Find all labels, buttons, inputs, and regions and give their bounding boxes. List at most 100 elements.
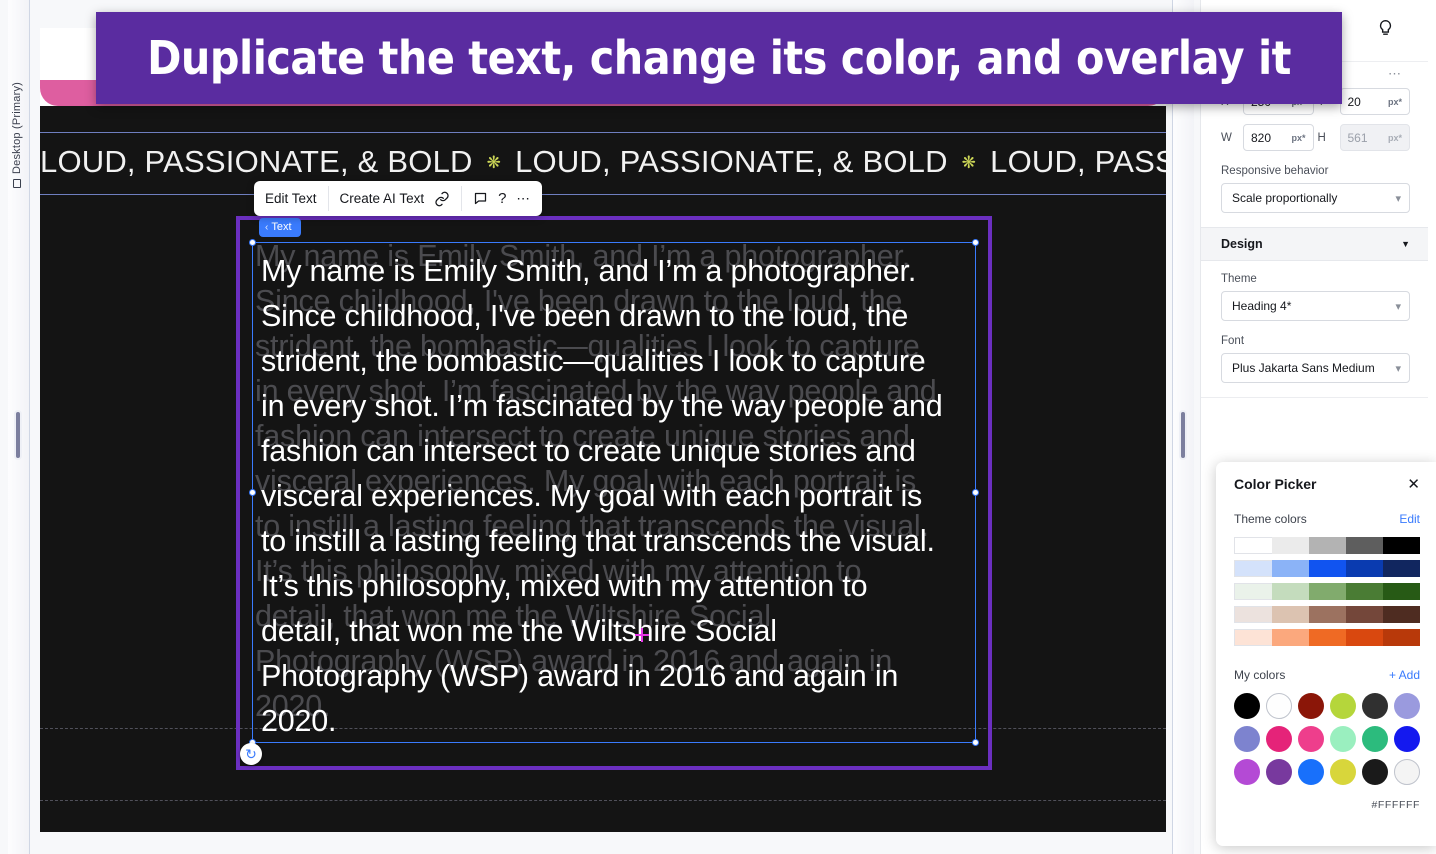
device-label[interactable]: Desktop (Primary) xyxy=(6,60,28,210)
comment-icon[interactable] xyxy=(473,191,488,206)
my-color-swatch[interactable] xyxy=(1266,726,1292,752)
instruction-banner-text: Duplicate the text, change its color, an… xyxy=(147,31,1291,85)
theme-swatch[interactable] xyxy=(1309,606,1346,623)
star-burst-icon: ❋ xyxy=(486,152,502,172)
help-question-icon[interactable]: ? xyxy=(498,190,506,207)
chevron-down-icon: ▾ xyxy=(1395,300,1401,313)
resize-handle-top-right[interactable] xyxy=(972,239,979,246)
edit-text-button[interactable]: Edit Text xyxy=(265,191,317,206)
editor-canvas-area: Desktop (Primary) LOUD, PASSIONATE, & BO… xyxy=(0,0,1200,854)
resize-handle-middle-left[interactable] xyxy=(249,488,256,496)
my-color-swatch[interactable] xyxy=(1298,726,1324,752)
marquee-bottom-rule xyxy=(40,194,1166,195)
theme-swatch[interactable] xyxy=(1346,560,1383,577)
font-select[interactable]: Plus Jakarta Sans Medium ▾ xyxy=(1221,353,1410,383)
design-group: Theme Heading 4* ▾ Font Plus Jakarta San… xyxy=(1201,273,1428,383)
my-color-swatch[interactable] xyxy=(1394,726,1420,752)
resize-handle-middle-right[interactable] xyxy=(972,488,979,496)
theme-swatch[interactable] xyxy=(1346,537,1383,554)
my-color-swatch[interactable] xyxy=(1234,759,1260,785)
star-burst-icon: ❋ xyxy=(961,152,977,172)
my-color-swatch[interactable] xyxy=(1298,693,1324,719)
resize-handle-bottom-right[interactable] xyxy=(972,739,979,746)
theme-swatch[interactable] xyxy=(1383,583,1420,600)
canvas-scrollbar-right[interactable] xyxy=(1172,0,1194,854)
theme-swatch[interactable] xyxy=(1272,629,1309,646)
theme-swatch[interactable] xyxy=(1272,537,1309,554)
theme-swatch[interactable] xyxy=(1346,583,1383,600)
scrollbar-thumb-left[interactable] xyxy=(14,410,22,460)
selection-frame[interactable] xyxy=(249,239,979,746)
theme-swatch[interactable] xyxy=(1272,583,1309,600)
caret-down-icon: ▼ xyxy=(1401,239,1410,249)
y-input[interactable]: 20 px* xyxy=(1339,88,1410,115)
theme-swatch[interactable] xyxy=(1383,606,1420,623)
theme-colors-label: Theme colors xyxy=(1234,512,1307,526)
theme-swatch[interactable] xyxy=(1309,560,1346,577)
panel-divider xyxy=(1201,397,1428,398)
y-unit: px* xyxy=(1387,96,1402,107)
theme-swatch[interactable] xyxy=(1383,560,1420,577)
more-horizontal-icon[interactable]: ⋯ xyxy=(516,191,531,207)
design-section-header[interactable]: Design ▼ xyxy=(1201,227,1428,261)
create-ai-text-button[interactable]: Create AI Text xyxy=(340,191,425,206)
my-color-swatch[interactable] xyxy=(1330,726,1356,752)
theme-swatch[interactable] xyxy=(1309,583,1346,600)
my-colors-header: My colors + Add xyxy=(1234,668,1420,682)
theme-swatch[interactable] xyxy=(1234,537,1272,554)
my-color-swatch[interactable] xyxy=(1362,693,1388,719)
link-icon[interactable] xyxy=(434,191,450,207)
w-value: 820 xyxy=(1251,130,1272,145)
theme-swatch[interactable] xyxy=(1346,629,1383,646)
theme-swatch[interactable] xyxy=(1309,629,1346,646)
chevron-left-icon: ‹ xyxy=(265,221,269,233)
my-color-swatch[interactable] xyxy=(1298,759,1324,785)
theme-swatch[interactable] xyxy=(1309,537,1346,554)
edit-theme-colors-link[interactable]: Edit xyxy=(1399,512,1420,526)
my-colors-label: My colors xyxy=(1234,668,1286,682)
hex-value: #FFFFFF xyxy=(1371,799,1420,811)
rotate-reset-icon[interactable]: ↻ xyxy=(240,743,262,765)
layer-badge[interactable]: ‹ Text xyxy=(259,218,301,237)
responsive-label: Responsive behavior xyxy=(1221,165,1329,177)
font-value: Plus Jakarta Sans Medium xyxy=(1232,361,1375,375)
theme-swatch[interactable] xyxy=(1234,583,1272,600)
my-colors-section: My colors + Add #FFFFFF xyxy=(1234,668,1420,811)
artboard[interactable]: LOUD, PASSIONATE, & BOLD ❋ LOUD, PASSION… xyxy=(40,28,1166,832)
my-color-swatch[interactable] xyxy=(1330,759,1356,785)
my-color-swatch[interactable] xyxy=(1394,759,1420,785)
my-color-swatch[interactable] xyxy=(1362,726,1388,752)
instruction-banner: Duplicate the text, change its color, an… xyxy=(96,12,1342,104)
close-icon[interactable]: ✕ xyxy=(1407,477,1420,492)
w-input[interactable]: 820 px* xyxy=(1243,124,1314,151)
my-color-swatch[interactable] xyxy=(1330,693,1356,719)
color-picker-title: Color Picker xyxy=(1234,476,1317,492)
lightbulb-icon[interactable] xyxy=(1377,19,1394,43)
marquee-strip[interactable]: LOUD, PASSIONATE, & BOLD ❋ LOUD, PASSION… xyxy=(40,132,1166,192)
theme-swatch[interactable] xyxy=(1383,537,1420,554)
chevron-down-icon: ▾ xyxy=(1395,192,1401,205)
scrollbar-thumb-right[interactable] xyxy=(1179,410,1187,460)
theme-swatch[interactable] xyxy=(1234,606,1272,623)
theme-swatch[interactable] xyxy=(1234,560,1272,577)
my-color-swatch[interactable] xyxy=(1266,693,1292,719)
resize-handle-top-left[interactable] xyxy=(249,239,256,246)
theme-select[interactable]: Heading 4* ▾ xyxy=(1221,291,1410,321)
theme-swatch[interactable] xyxy=(1383,629,1420,646)
my-color-swatch[interactable] xyxy=(1362,759,1388,785)
theme-label: Theme xyxy=(1221,273,1257,285)
app-root: Desktop (Primary) LOUD, PASSIONATE, & BO… xyxy=(0,0,1436,854)
theme-swatch[interactable] xyxy=(1346,606,1383,623)
responsive-select[interactable]: Scale proportionally ▾ xyxy=(1221,183,1410,213)
my-color-swatch[interactable] xyxy=(1234,726,1260,752)
my-color-swatch[interactable] xyxy=(1234,693,1260,719)
h-input: 561 px* xyxy=(1339,124,1410,151)
add-color-link[interactable]: + Add xyxy=(1389,668,1420,682)
theme-swatch-row xyxy=(1234,629,1420,646)
theme-swatch[interactable] xyxy=(1272,606,1309,623)
my-color-swatch[interactable] xyxy=(1266,759,1292,785)
my-color-swatch[interactable] xyxy=(1394,693,1420,719)
theme-swatch[interactable] xyxy=(1272,560,1309,577)
context-toolbar[interactable]: Edit Text Create AI Text ? ⋯ xyxy=(254,181,542,216)
theme-swatch[interactable] xyxy=(1234,629,1272,646)
